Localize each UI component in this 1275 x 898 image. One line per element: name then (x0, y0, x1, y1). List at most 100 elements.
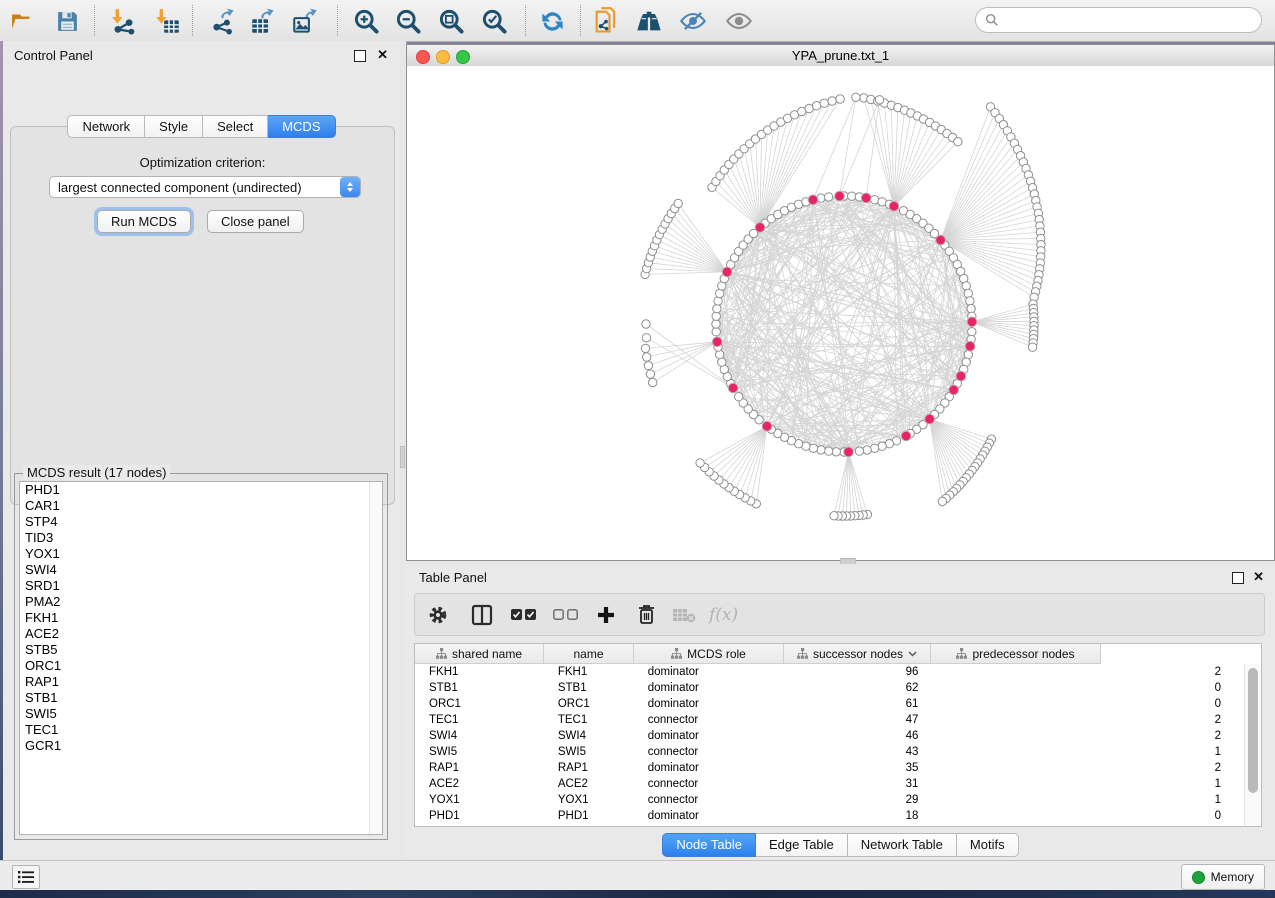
mcds-result-item[interactable]: FKH1 (20, 610, 382, 626)
zoom-fit-icon[interactable] (436, 6, 466, 36)
table-cell: 35 (784, 762, 931, 774)
mcds-result-item[interactable]: TEC1 (20, 722, 382, 738)
tab-node-table[interactable]: Node Table (662, 833, 756, 857)
mcds-result-item[interactable]: SWI5 (20, 706, 382, 722)
table-row[interactable]: ORC1ORC1dominator610 (415, 696, 1245, 712)
mcds-result-list[interactable]: PHD1CAR1STP4TID3YOX1SWI4SRD1PMA2FKH1ACE2… (19, 481, 383, 835)
add-row-icon[interactable] (591, 600, 621, 630)
column-header-shared-name[interactable]: shared name (415, 644, 544, 664)
column-header-mcds-role[interactable]: MCDS role (634, 644, 784, 664)
mcds-result-item[interactable]: CAR1 (20, 498, 382, 514)
tab-select[interactable]: Select (203, 115, 268, 138)
mcds-list-scrollbar[interactable] (369, 482, 382, 834)
save-session-icon[interactable] (52, 6, 82, 36)
tab-motifs[interactable]: Motifs (957, 833, 1019, 857)
mcds-result-item[interactable]: ORC1 (20, 658, 382, 674)
mcds-result-item[interactable]: TID3 (20, 530, 382, 546)
tab-network[interactable]: Network (67, 115, 145, 138)
control-panel-titlebar: Control Panel ✕ (3, 45, 400, 67)
search-field[interactable] (975, 7, 1262, 33)
export-table-icon[interactable] (248, 6, 278, 36)
mcds-result-item[interactable]: STB1 (20, 690, 382, 706)
table-cell: dominator (634, 730, 784, 742)
table-row[interactable]: ACE2ACE2connector311 (415, 776, 1245, 792)
table-cell: dominator (634, 810, 784, 822)
table-row[interactable]: SWI5SWI5connector431 (415, 744, 1245, 760)
table-cell: 46 (784, 730, 931, 742)
tab-style[interactable]: Style (145, 115, 203, 138)
table-cell: dominator (634, 682, 784, 694)
float-panel-icon[interactable] (354, 50, 366, 62)
tab-mcds[interactable]: MCDS (268, 115, 335, 138)
mcds-result-item[interactable]: STP4 (20, 514, 382, 530)
mcds-result-item[interactable]: PMA2 (20, 594, 382, 610)
table-row[interactable]: RAP1RAP1dominator352 (415, 760, 1245, 776)
column-header-name[interactable]: name (544, 644, 634, 664)
zoom-in-icon[interactable] (351, 6, 381, 36)
refresh-layout-icon[interactable] (537, 6, 567, 36)
mcds-result-item[interactable]: STB5 (20, 642, 382, 658)
settings-gear-icon[interactable] (423, 600, 453, 630)
network-graph[interactable] (407, 66, 1274, 560)
open-folder-icon[interactable] (8, 6, 38, 36)
mcds-result-item[interactable]: YOX1 (20, 546, 382, 562)
table-cell: 31 (784, 778, 931, 790)
select-all-rows-icon[interactable] (509, 600, 539, 630)
table-cell: dominator (634, 666, 784, 678)
import-table-icon[interactable] (152, 6, 182, 36)
float-panel-icon[interactable] (1232, 572, 1244, 584)
network-window-titlebar[interactable]: YPA_prune.txt_1 (407, 45, 1274, 67)
column-type-icon (671, 648, 682, 659)
table-row[interactable]: PHD1PHD1dominator180 (415, 808, 1245, 824)
tab-edge-table[interactable]: Edge Table (756, 833, 848, 857)
task-history-button[interactable] (12, 865, 40, 889)
close-panel-button[interactable]: Close panel (207, 210, 304, 233)
tab-network-table[interactable]: Network Table (848, 833, 957, 857)
mcds-result-item[interactable]: ACE2 (20, 626, 382, 642)
run-mcds-button[interactable]: Run MCDS (97, 210, 191, 233)
mcds-result-item[interactable]: SWI4 (20, 562, 382, 578)
memory-button[interactable]: Memory (1181, 864, 1265, 890)
close-panel-icon[interactable]: ✕ (377, 48, 388, 62)
zoom-selected-icon[interactable] (479, 6, 509, 36)
table-cell: connector (634, 714, 784, 726)
node-table[interactable]: shared name name MCDS role successor nod… (414, 643, 1262, 827)
table-row[interactable]: STB1STB1dominator620 (415, 680, 1245, 696)
table-row[interactable]: YOX1YOX1connector291 (415, 792, 1245, 808)
column-header-successor-nodes[interactable]: successor nodes (784, 644, 931, 664)
table-row[interactable]: SWI4SWI4dominator462 (415, 728, 1245, 744)
column-header-predecessor-nodes[interactable]: predecessor nodes (931, 644, 1101, 664)
select-stepper-icon (340, 177, 360, 197)
share-document-icon[interactable] (591, 6, 621, 36)
table-cell: 2 (930, 666, 1245, 678)
network-canvas[interactable] (407, 66, 1274, 560)
table-body[interactable]: FKH1FKH1dominator962STB1STB1dominator620… (415, 664, 1245, 826)
export-image-icon[interactable] (290, 6, 320, 36)
table-row[interactable]: FKH1FKH1dominator962 (415, 664, 1245, 680)
table-scrollbar[interactable] (1244, 664, 1261, 826)
scrollbar-thumb[interactable] (1248, 668, 1258, 793)
optimization-criterion-select[interactable]: largest connected component (undirected) (49, 176, 361, 198)
hide-selected-eye-icon[interactable] (678, 6, 708, 36)
delete-row-icon[interactable] (631, 600, 661, 630)
zoom-out-icon[interactable] (393, 6, 423, 36)
table-header-row: shared name name MCDS role successor nod… (415, 644, 1101, 664)
table-cell: PHD1 (415, 810, 544, 822)
table-cell: 2 (930, 762, 1245, 774)
table-cell: connector (634, 746, 784, 758)
mcds-result-item[interactable]: PHD1 (20, 482, 382, 498)
mcds-result-item[interactable]: RAP1 (20, 674, 382, 690)
search-input[interactable] (1004, 12, 1261, 28)
import-network-icon[interactable] (108, 6, 138, 36)
splitter-handle[interactable] (400, 446, 405, 468)
mcds-result-item[interactable]: GCR1 (20, 738, 382, 754)
export-network-icon[interactable] (208, 6, 238, 36)
close-panel-icon[interactable]: ✕ (1253, 570, 1264, 584)
mcds-result-item[interactable]: SRD1 (20, 578, 382, 594)
main-toolbar (0, 0, 1275, 42)
show-column-icon[interactable] (467, 600, 497, 630)
table-row[interactable]: TEC1TEC1connector472 (415, 712, 1245, 728)
show-hidden-eye-icon[interactable] (724, 6, 754, 36)
deselect-all-rows-icon[interactable] (551, 600, 581, 630)
search-network-icon[interactable] (634, 6, 664, 36)
